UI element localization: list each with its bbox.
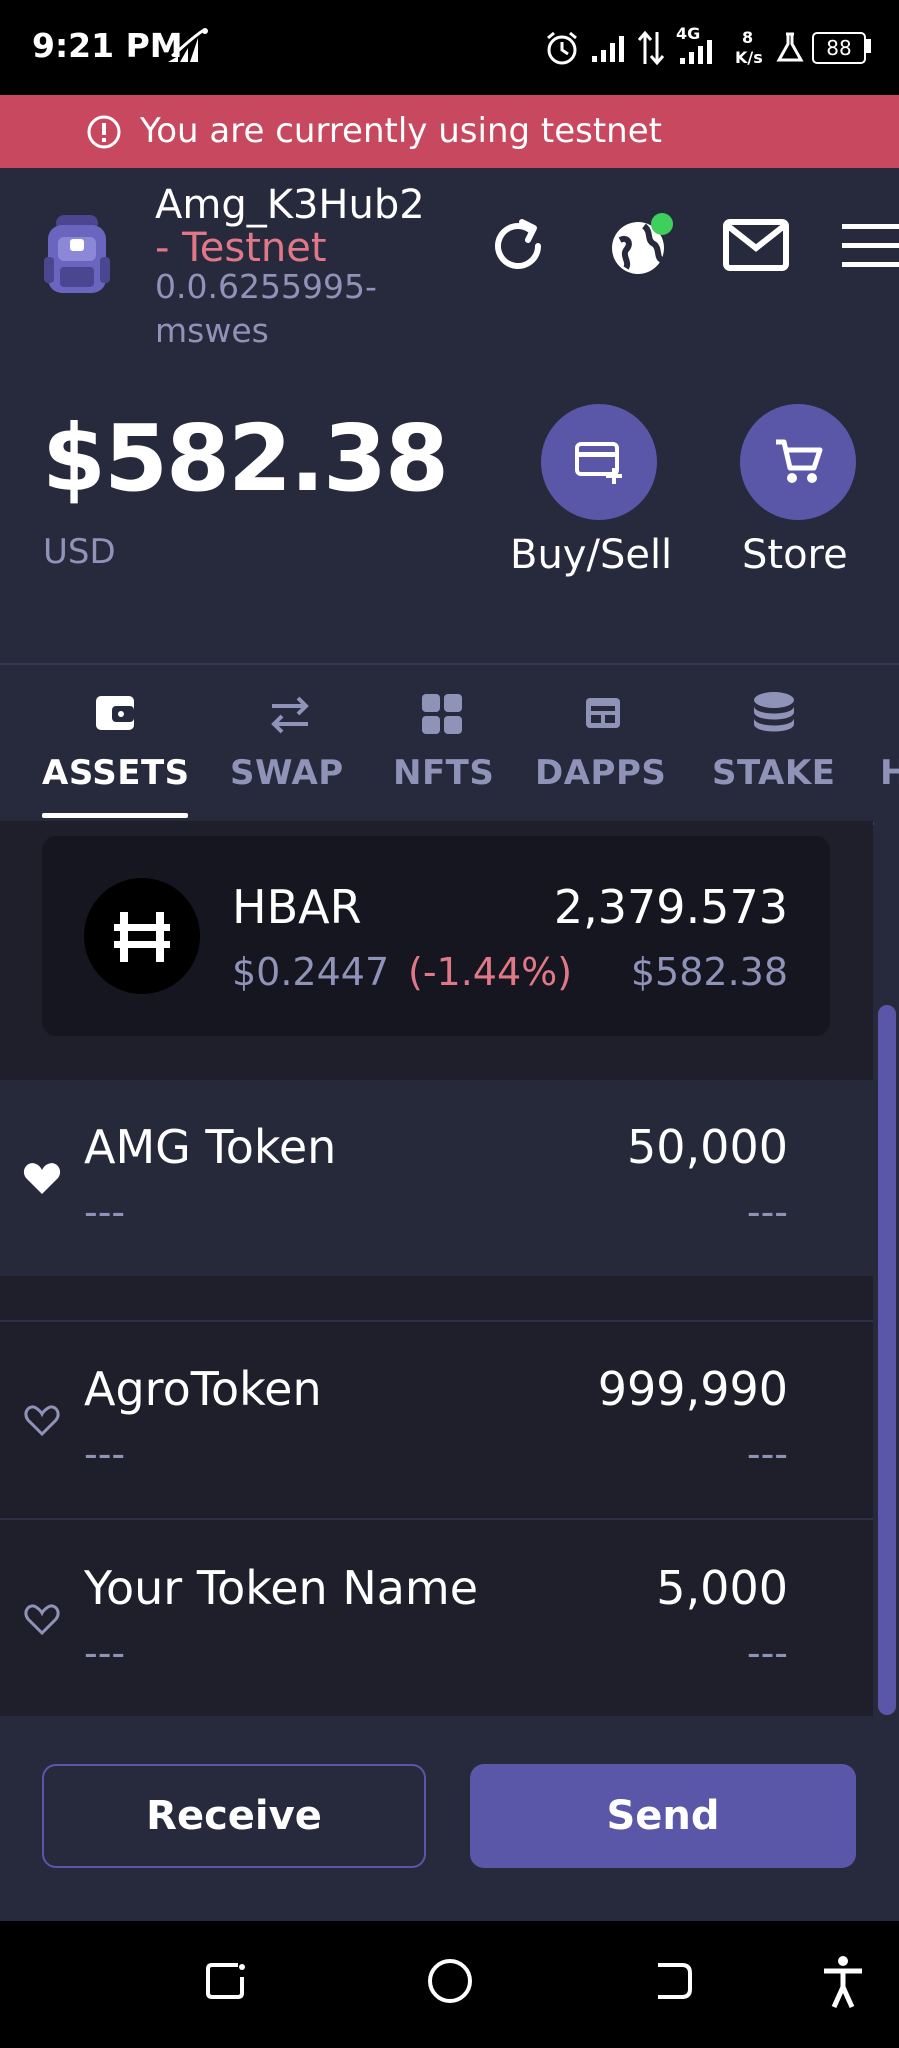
stake-coins-icon[interactable] bbox=[752, 690, 796, 736]
scrollbar-thumb[interactable] bbox=[878, 1005, 896, 1715]
token-value: --- bbox=[746, 1190, 788, 1234]
buy-sell-label[interactable]: Buy/Sell bbox=[510, 532, 672, 578]
account-name[interactable]: Amg_K3Hub2 bbox=[155, 182, 425, 228]
token-sub: --- bbox=[84, 1190, 126, 1234]
favorite-outline-icon[interactable] bbox=[22, 1402, 62, 1438]
hbar-value: $582.38 bbox=[630, 950, 788, 994]
token-name: Your Token Name bbox=[84, 1561, 479, 1615]
list-divider bbox=[0, 1320, 873, 1322]
token-sub: --- bbox=[84, 1631, 126, 1675]
dapps-icon[interactable] bbox=[584, 696, 622, 730]
cart-icon bbox=[776, 439, 823, 483]
account-id[interactable]: 0.0.6255995-mswes bbox=[155, 265, 415, 353]
mail-icon[interactable] bbox=[722, 218, 790, 272]
token-value: --- bbox=[746, 1432, 788, 1476]
tab-stake[interactable]: STAKE bbox=[712, 753, 835, 793]
hbar-amount: 2,379.573 bbox=[553, 880, 788, 934]
backpack-avatar-icon[interactable] bbox=[42, 213, 112, 297]
battery-level: 88 bbox=[812, 32, 866, 64]
speed-value: 8 bbox=[742, 28, 754, 47]
alarm-icon bbox=[547, 31, 577, 65]
flask-icon bbox=[776, 32, 804, 62]
speed-unit: K/s bbox=[735, 48, 763, 67]
data-transfer-icon bbox=[637, 30, 665, 66]
token-value: --- bbox=[746, 1631, 788, 1675]
token-name: AgroToken bbox=[84, 1362, 322, 1416]
token-amount: 5,000 bbox=[656, 1561, 788, 1615]
wallet-icon[interactable] bbox=[94, 694, 136, 732]
battery-tip bbox=[866, 39, 871, 53]
menu-icon[interactable] bbox=[838, 220, 899, 272]
signal-icon bbox=[592, 36, 624, 62]
token-row-amg[interactable] bbox=[0, 1080, 873, 1276]
testnet-banner-text: You are currently using testnet bbox=[140, 111, 662, 151]
balance-currency: USD bbox=[43, 532, 116, 572]
system-nav-bar bbox=[0, 1921, 899, 2048]
asset-tabs bbox=[0, 663, 899, 825]
globe-network-icon[interactable] bbox=[606, 212, 678, 278]
favorite-outline-icon[interactable] bbox=[22, 1601, 62, 1637]
tab-more[interactable]: H bbox=[880, 753, 899, 793]
store-label[interactable]: Store bbox=[742, 532, 848, 578]
list-divider bbox=[0, 1518, 873, 1520]
signal-4g-icon bbox=[680, 40, 712, 64]
send-button[interactable]: Send bbox=[470, 1764, 856, 1868]
nft-grid-icon[interactable] bbox=[420, 692, 464, 736]
signal-activity-icon bbox=[168, 28, 208, 62]
refresh-icon[interactable] bbox=[488, 216, 548, 276]
hbar-logo-icon bbox=[84, 878, 200, 994]
receive-button[interactable]: Receive bbox=[42, 1764, 426, 1868]
card-add-icon bbox=[575, 442, 622, 484]
warning-icon bbox=[87, 115, 121, 149]
favorite-filled-icon[interactable] bbox=[22, 1160, 62, 1196]
buy-sell-button[interactable] bbox=[541, 404, 657, 520]
status-bar: 9:21 PM 4G 8 K/s 88 bbox=[0, 0, 899, 95]
token-amount: 999,990 bbox=[597, 1362, 788, 1416]
accessibility-icon[interactable] bbox=[820, 1955, 866, 2009]
token-name: AMG Token bbox=[84, 1120, 337, 1174]
tab-assets-indicator bbox=[42, 813, 188, 818]
swap-icon[interactable] bbox=[268, 694, 312, 734]
tab-dapps[interactable]: DAPPS bbox=[535, 753, 666, 793]
tab-swap[interactable]: SWAP bbox=[230, 753, 344, 793]
token-sub: --- bbox=[84, 1432, 126, 1476]
tab-assets[interactable]: ASSETS bbox=[42, 753, 190, 793]
total-balance: $582.38 bbox=[42, 405, 449, 512]
hbar-symbol: HBAR bbox=[232, 880, 362, 934]
token-amount: 50,000 bbox=[627, 1120, 788, 1174]
back-icon[interactable] bbox=[652, 1959, 696, 2003]
hbar-price: $0.2447 bbox=[232, 950, 390, 994]
status-time: 9:21 PM bbox=[32, 26, 183, 65]
home-icon[interactable] bbox=[426, 1957, 474, 2005]
recent-apps-icon[interactable] bbox=[204, 1959, 248, 2003]
tab-nfts[interactable]: NFTS bbox=[393, 753, 494, 793]
testnet-banner: You are currently using testnet bbox=[0, 95, 899, 168]
store-button[interactable] bbox=[740, 404, 856, 520]
